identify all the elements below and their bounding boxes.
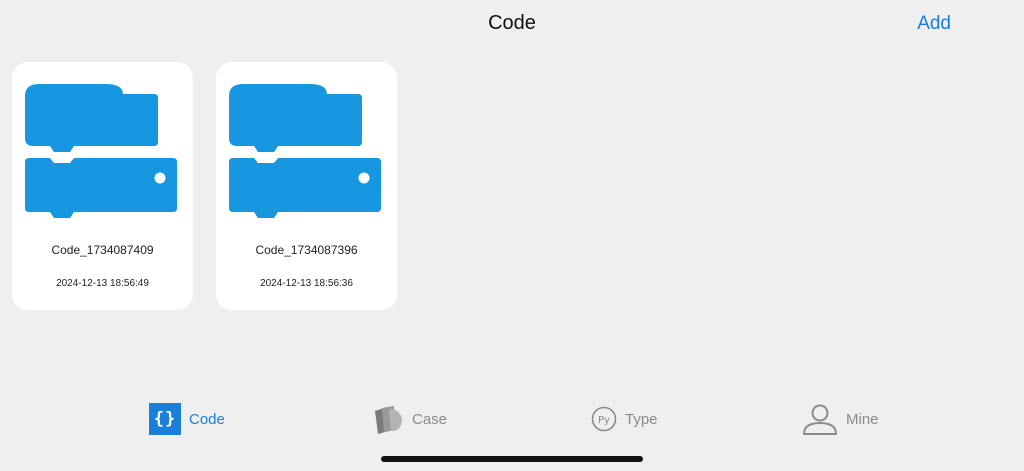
- tab-code-label: Code: [189, 410, 225, 428]
- project-card[interactable]: Code_1734087396 2024-12-13 18:56:36: [216, 62, 397, 310]
- tab-type[interactable]: Py Type: [591, 402, 658, 436]
- code-blocks-icon: [25, 84, 177, 218]
- cards-icon: [375, 406, 402, 434]
- code-braces-icon: {}: [149, 403, 181, 435]
- add-button[interactable]: Add: [917, 13, 951, 35]
- tab-type-label: Type: [625, 410, 658, 428]
- tab-case[interactable]: Case: [372, 402, 447, 436]
- svg-text:Py: Py: [598, 415, 610, 426]
- tab-code[interactable]: {} Code: [149, 402, 225, 436]
- project-name: Code_1734087396: [255, 243, 358, 257]
- project-name: Code_1734087409: [51, 243, 154, 257]
- person-icon: [803, 404, 837, 435]
- project-date: 2024-12-13 18:56:49: [56, 278, 149, 289]
- python-icon: Py: [591, 406, 617, 432]
- home-indicator: [381, 456, 643, 462]
- tab-mine-label: Mine: [846, 410, 879, 428]
- tab-mine[interactable]: Mine: [802, 402, 879, 436]
- project-card[interactable]: Code_1734087409 2024-12-13 18:56:49: [12, 62, 193, 310]
- code-blocks-icon: [229, 84, 381, 218]
- page-title: Code: [488, 12, 536, 34]
- project-date: 2024-12-13 18:56:36: [260, 278, 353, 289]
- tab-case-label: Case: [412, 410, 448, 428]
